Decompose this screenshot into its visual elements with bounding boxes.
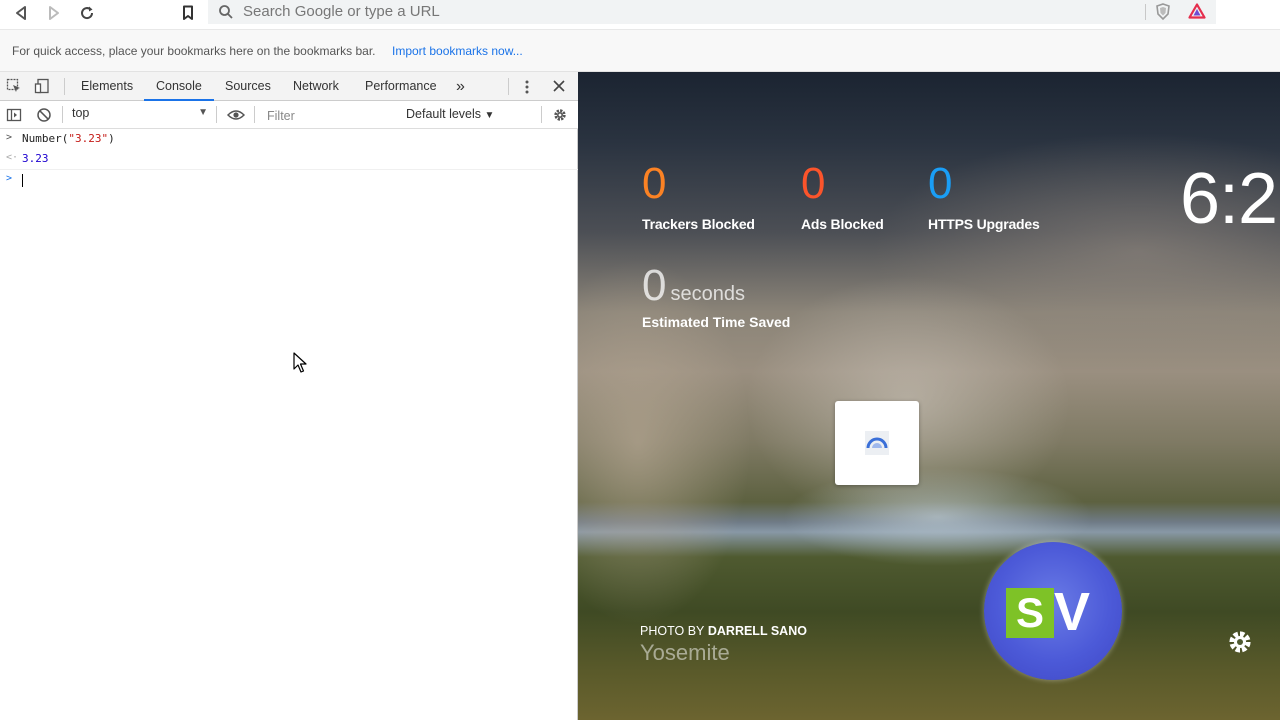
tab-elements[interactable]: Elements: [81, 72, 133, 101]
https-count: 0: [928, 159, 953, 208]
tabbar-separator: [64, 78, 65, 95]
bookmark-icon: [183, 5, 193, 20]
kebab-menu-icon[interactable]: [524, 79, 530, 95]
gear-icon[interactable]: [552, 107, 568, 123]
time-saved-label: Estimated Time Saved: [642, 314, 791, 330]
stat-ads-blocked: 0 Ads Blocked: [801, 159, 884, 233]
input-chevron-icon: >: [6, 132, 13, 143]
time-saved-unit: seconds: [670, 283, 745, 305]
trackers-count: 0: [642, 159, 667, 208]
caret-down-icon: ▼: [484, 110, 495, 121]
console-command-line: > Number("3.23"): [0, 129, 578, 149]
mouse-pointer-icon: [293, 352, 307, 379]
omnibox[interactable]: Search Google or type a URL: [208, 0, 1216, 24]
console-output[interactable]: > Number("3.23") <· 3.23 >: [0, 129, 578, 720]
time-saved-value: 0: [642, 261, 667, 310]
bookmarks-bar: For quick access, place your bookmarks h…: [0, 30, 1280, 72]
command-arg: "3.23": [68, 132, 109, 145]
omnibox-divider: [1145, 4, 1146, 20]
stat-time-saved: 0 seconds Estimated Time Saved: [642, 261, 791, 331]
ads-count: 0: [801, 159, 826, 208]
console-bar-separator: [216, 106, 217, 123]
back-button[interactable]: [8, 2, 34, 24]
console-toolbar: top ▼ Default levels ▼: [0, 101, 578, 129]
console-result: 3.23: [22, 152, 49, 165]
reload-button[interactable]: [74, 2, 100, 24]
photo-location: Yosemite: [640, 640, 730, 665]
top-site-tile[interactable]: [835, 401, 919, 485]
eye-icon[interactable]: [227, 108, 245, 122]
brave-rewards-icon[interactable]: [1188, 3, 1206, 24]
clock: 6:2: [1180, 159, 1278, 239]
text-caret: [22, 174, 23, 187]
tab-network[interactable]: Network: [293, 72, 339, 101]
console-bar-separator: [62, 106, 63, 123]
forward-button[interactable]: [41, 2, 67, 24]
context-selector[interactable]: top ▼: [72, 106, 210, 124]
search-icon: [219, 5, 233, 19]
photo-credit-prefix: PHOTO BY: [640, 624, 705, 638]
close-icon[interactable]: [553, 80, 565, 92]
forward-icon: [49, 6, 59, 20]
import-bookmarks-link[interactable]: Import bookmarks now...: [392, 44, 523, 58]
log-levels-dropdown[interactable]: Default levels ▼: [406, 107, 494, 121]
photo-credit: PHOTO BY DARRELL SANO Yosemite: [640, 624, 807, 666]
new-tab-page: 0 Trackers Blocked 0 Ads Blocked 0 HTTPS…: [578, 72, 1280, 720]
caret-down-icon: ▼: [198, 107, 208, 118]
bookmark-button[interactable]: [175, 2, 201, 24]
badge-letter-v: V: [1054, 582, 1091, 642]
trackers-label: Trackers Blocked: [642, 216, 755, 232]
back-icon: [16, 6, 26, 20]
console-bar-separator: [541, 106, 542, 123]
clear-console-icon[interactable]: [36, 107, 52, 123]
log-levels-label: Default levels: [406, 107, 482, 121]
omnibox-placeholder: Search Google or type a URL: [243, 3, 440, 20]
bookmarks-hint: For quick access, place your bookmarks h…: [12, 44, 376, 58]
site-favicon-icon: [865, 431, 889, 455]
https-label: HTTPS Upgrades: [928, 216, 1040, 232]
result-chevron-icon: <·: [6, 152, 19, 163]
inspect-element-icon[interactable]: [6, 78, 22, 94]
tab-performance[interactable]: Performance: [365, 72, 437, 101]
toggle-sidebar-icon[interactable]: [6, 107, 22, 123]
reload-icon: [81, 6, 94, 20]
console-bar-separator: [254, 106, 255, 123]
devtools-tabbar: Elements Console Sources Network Perform…: [0, 72, 578, 101]
command-fn: Number(: [22, 132, 69, 145]
stat-https-upgrades: 0 HTTPS Upgrades: [928, 159, 1040, 233]
filter-input[interactable]: [262, 105, 397, 126]
prompt-chevron-icon: >: [6, 173, 13, 184]
console-result-line: <· 3.23: [0, 149, 578, 169]
badge-letter-s: S: [1006, 588, 1054, 638]
channel-logo-badge: S V: [984, 542, 1122, 680]
ads-label: Ads Blocked: [801, 216, 884, 232]
browser-toolbar: Search Google or type a URL: [0, 0, 1280, 30]
devtools-panel: Elements Console Sources Network Perform…: [0, 72, 578, 720]
more-tabs-button[interactable]: »: [456, 72, 465, 101]
stat-trackers-blocked: 0 Trackers Blocked: [642, 159, 755, 233]
tab-console[interactable]: Console: [144, 72, 214, 101]
settings-gear-icon[interactable]: [1226, 628, 1254, 661]
tab-sources[interactable]: Sources: [225, 72, 271, 101]
command-close: ): [108, 132, 115, 145]
photo-credit-author: DARRELL SANO: [707, 624, 807, 638]
console-command: Number("3.23"): [22, 132, 115, 145]
brave-shield-icon[interactable]: [1155, 3, 1171, 26]
context-value: top: [72, 106, 90, 120]
device-toolbar-icon[interactable]: [34, 78, 50, 94]
tabbar-separator: [508, 78, 509, 95]
console-prompt[interactable]: >: [0, 169, 578, 189]
